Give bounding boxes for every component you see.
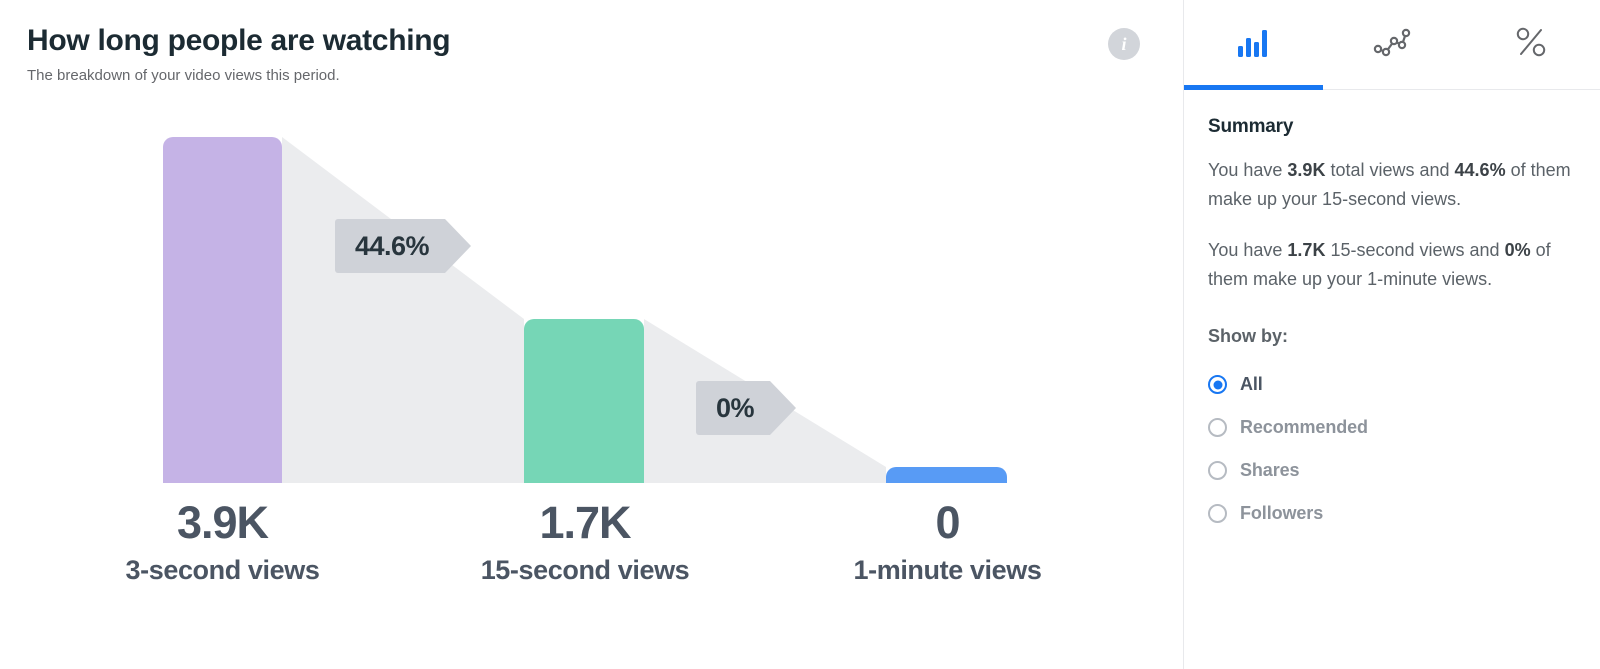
tab-active-indicator [1323,85,1462,90]
column-name: 3-second views [125,555,320,585]
chart-header: How long people are watching The breakdo… [0,0,1183,86]
tab-active-indicator [1184,85,1323,90]
radio-label: All [1240,374,1263,394]
page-title: How long people are watching [27,24,451,57]
tab-percent[interactable] [1461,0,1600,89]
panel-body: Summary You have 3.9K total views and 44… [1184,90,1600,535]
tab-bar-chart[interactable] [1184,0,1323,90]
summary-heading: Summary [1208,116,1294,137]
funnel-rate-label-2: 0% [716,392,755,423]
side-panel: Summary You have 3.9K total views and 44… [1183,0,1600,669]
funnel-rate-badge-2: 0% [696,381,797,435]
radio-icon [1208,504,1227,523]
summary-paragraph-1: You have 3.9K total views and 44.6% of t… [1208,160,1571,209]
info-icon[interactable]: i [1108,28,1140,60]
radio-icon [1208,375,1227,394]
chart-panel: How long people are watching The breakdo… [0,0,1183,669]
column-name: 1-minute views [853,555,1042,585]
bar-1-minute-views[interactable] [886,467,1007,483]
column-value: 3.9K [176,497,269,548]
radio-label: Recommended [1240,417,1368,437]
radio-option-recommended[interactable]: Recommended [1208,406,1576,449]
chart-axis-labels: 3.9K 3-second views 1.7K 15-second views… [0,495,1183,615]
radio-label: Shares [1240,460,1300,480]
column-label-3-second-views: 3.9K 3-second views [60,495,385,587]
column-name: 15-second views [480,555,690,585]
radio-icon [1208,461,1227,480]
bar-3-second-views[interactable] [163,137,282,483]
radio-icon [1208,418,1227,437]
show-by-label: Show by: [1208,326,1288,346]
column-value: 1.7K [539,497,631,548]
summary-paragraph-2: You have 1.7K 15-second views and 0% of … [1208,240,1551,289]
badge-shape: 44.6% [335,219,472,273]
percent-icon [1514,25,1548,64]
radio-option-shares[interactable]: Shares [1208,449,1576,492]
badge-shape: 0% [696,381,797,435]
funnel-segment-1 [282,137,524,483]
line-chart-icon [1373,27,1411,62]
funnel-rate-label-1: 44.6% [355,230,430,261]
bar-chart-icon [1236,26,1270,63]
page-subtitle: The breakdown of your video views this p… [27,67,340,84]
column-label-15-second-views: 1.7K 15-second views [420,495,750,587]
column-value: 0 [935,497,960,548]
radio-option-followers[interactable]: Followers [1208,492,1576,535]
tab-line-chart[interactable] [1323,0,1462,89]
analytics-view: How long people are watching The breakdo… [0,0,1600,669]
bar-15-second-views[interactable] [524,319,644,483]
radio-label: Followers [1240,503,1324,523]
tab-bar [1184,0,1600,90]
tab-active-indicator [1461,85,1600,90]
funnel-rate-badge-1: 44.6% [335,219,472,273]
radio-option-all[interactable]: All [1208,363,1576,406]
column-label-1-minute-views: 0 1-minute views [780,495,1115,587]
